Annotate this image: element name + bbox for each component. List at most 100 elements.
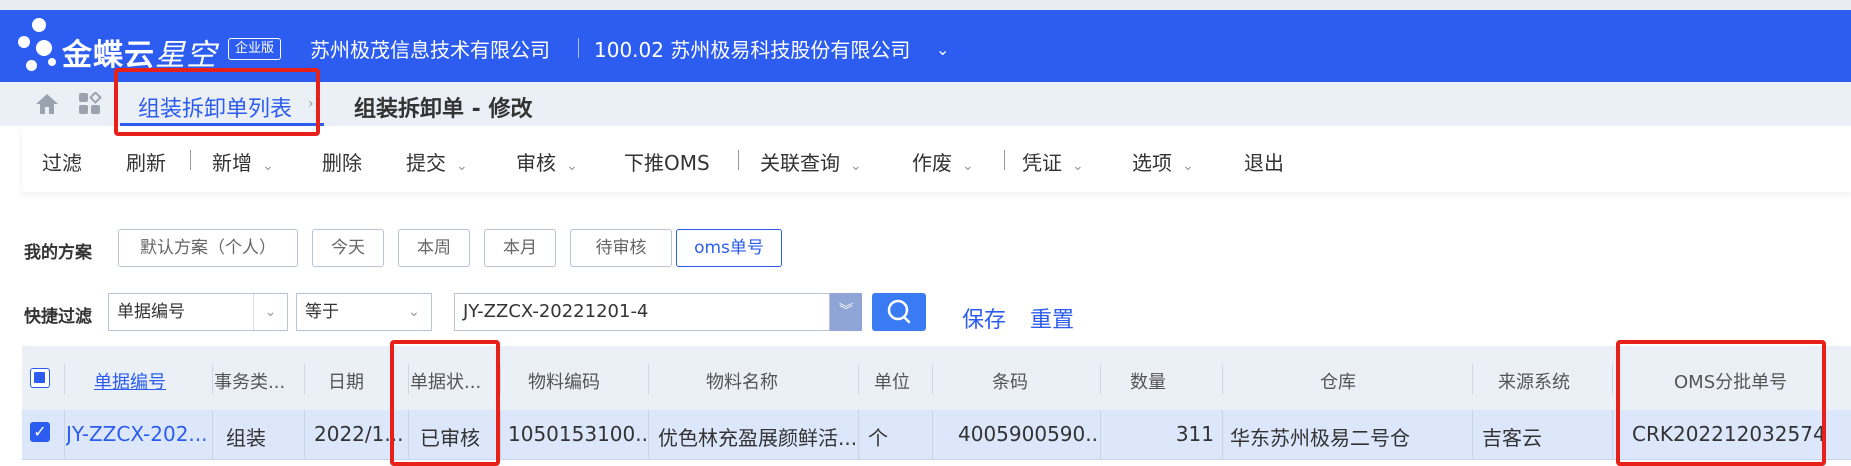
org-selector[interactable]: 100.02 苏州极易科技股份有限公司 [594,34,910,63]
select-all-checkbox[interactable] [30,368,50,388]
scheme-oms-no[interactable]: oms单号 [676,229,782,267]
chevron-down-icon[interactable]: ⌄ [566,158,578,174]
col-divider [500,364,501,394]
cell-qty: 311 [1175,422,1214,446]
header-barcode[interactable]: 条码 [992,368,1028,394]
col-divider [212,410,213,460]
col-divider [1222,364,1223,394]
col-divider [932,364,933,394]
row-checkbox[interactable]: ✓ [30,422,50,442]
col-divider [858,364,859,394]
chevron-down-icon[interactable]: ⌄ [397,294,431,330]
header-biz-type[interactable]: 事务类... [214,368,294,394]
header-date[interactable]: 日期 [328,368,364,394]
related-query-button[interactable]: 关联查询 ⌄ [760,147,862,176]
chevron-down-icon[interactable]: ⌄ [456,158,468,174]
scheme-week[interactable]: 本周 [398,229,470,267]
cell-warehouse: 华东苏州极易二号仓 [1230,426,1410,450]
add-button[interactable]: 新增 ⌄ [212,147,274,176]
cell-barcode: 4005900590... [958,422,1098,446]
filter-operator-value: 等于 [305,302,339,322]
header-material-name[interactable]: 物料名称 [706,368,778,394]
company-name[interactable]: 苏州极茂信息技术有限公司 [310,34,550,63]
options-label: 选项 [1132,151,1172,175]
col-divider [1222,410,1223,460]
cell-material-name: 优色林充盈展颜鲜活... [658,426,856,450]
voucher-button[interactable]: 凭证 ⌄ [1022,147,1084,176]
header-qty[interactable]: 数量 [1130,368,1166,394]
col-divider [500,410,501,460]
filter-field-select[interactable]: 单据编号 ⌄ [108,293,288,331]
double-chevron-down-icon[interactable]: ︾ [830,293,862,331]
chevron-down-icon[interactable]: ⌄ [936,40,949,59]
col-divider [304,410,305,460]
chevron-down-icon[interactable]: ⌄ [850,158,862,174]
scheme-pending-audit[interactable]: 待审核 [570,229,672,267]
logo-icon [14,14,68,76]
col-divider [648,410,649,460]
scheme-today[interactable]: 今天 [312,229,384,267]
void-button[interactable]: 作废 ⌄ [912,147,974,176]
delete-button[interactable]: 删除 [322,147,362,176]
audit-label: 审核 [516,151,556,175]
chevron-down-icon[interactable]: ⌄ [262,158,274,174]
header-material-code[interactable]: 物料编码 [528,368,600,394]
save-link[interactable]: 保存 [962,302,1006,334]
col-divider [1612,410,1613,460]
cell-source: 吉客云 [1482,426,1542,450]
chevron-down-icon[interactable]: ⌄ [253,294,287,330]
table-row[interactable]: ✓ JY-ZZCX-202... 组装 2022/1... 已审核 105015… [22,410,1851,460]
header-source[interactable]: 来源系统 [1498,368,1570,394]
refresh-button[interactable]: 刷新 [126,147,166,176]
highlight-box-tab [114,68,320,136]
grid-header: 单据编号 事务类... 日期 单据状... 物料编码 物料名称 单位 条码 数量… [22,346,1851,410]
chevron-down-icon[interactable]: ⌄ [962,158,974,174]
tab-bill-edit[interactable]: 组装拆卸单 - 修改 [354,91,532,123]
scheme-label: 我的方案 [24,243,92,263]
col-divider [858,410,859,460]
voucher-label: 凭证 [1022,151,1062,175]
highlight-box-status [390,340,500,466]
top-strip [0,0,1851,10]
home-icon[interactable] [34,92,60,116]
chevron-down-icon[interactable]: ⌄ [1182,158,1194,174]
col-divider [1472,410,1473,460]
filter-value-input[interactable]: JY-ZZCX-20221201-4 [454,293,830,331]
submit-button[interactable]: 提交 ⌄ [406,147,468,176]
col-divider [932,410,933,460]
push-oms-button[interactable]: 下推OMS [624,147,710,176]
filter-operator-select[interactable]: 等于 ⌄ [296,293,432,331]
void-label: 作废 [912,151,952,175]
exit-button[interactable]: 退出 [1244,147,1284,176]
col-divider [648,364,649,394]
chevron-down-icon[interactable]: ⌄ [1072,158,1084,174]
reset-link[interactable]: 重置 [1030,302,1074,334]
toolbar-divider [738,150,739,170]
scheme-default[interactable]: 默认方案（个人） [118,229,298,267]
header-unit[interactable]: 单位 [874,368,910,394]
scheme-month[interactable]: 本月 [484,229,556,267]
options-button[interactable]: 选项 ⌄ [1132,147,1194,176]
col-divider [1100,364,1101,394]
cell-unit: 个 [868,426,888,450]
col-divider [64,364,65,394]
search-icon [887,299,911,324]
bill-grid: 单据编号 事务类... 日期 单据状... 物料编码 物料名称 单位 条码 数量… [22,346,1851,466]
apps-icon[interactable] [78,92,104,116]
quick-filter-label: 快捷过滤 [24,307,92,327]
search-button[interactable] [872,293,926,331]
header-bill-no[interactable]: 单据编号 [94,368,166,394]
header-warehouse[interactable]: 仓库 [1320,368,1356,394]
add-label: 新增 [212,151,252,175]
filter-button[interactable]: 过滤 [42,147,82,176]
col-divider [304,364,305,394]
toolbar-divider [1004,150,1005,170]
cell-bill-no[interactable]: JY-ZZCX-202... [66,422,210,446]
col-divider [64,410,65,460]
audit-button[interactable]: 审核 ⌄ [516,147,578,176]
submit-label: 提交 [406,151,446,175]
cell-material-code: 1050153100... [508,422,646,446]
col-divider [1100,410,1101,460]
col-divider [1472,364,1473,394]
edition-badge: 企业版 [228,38,282,60]
